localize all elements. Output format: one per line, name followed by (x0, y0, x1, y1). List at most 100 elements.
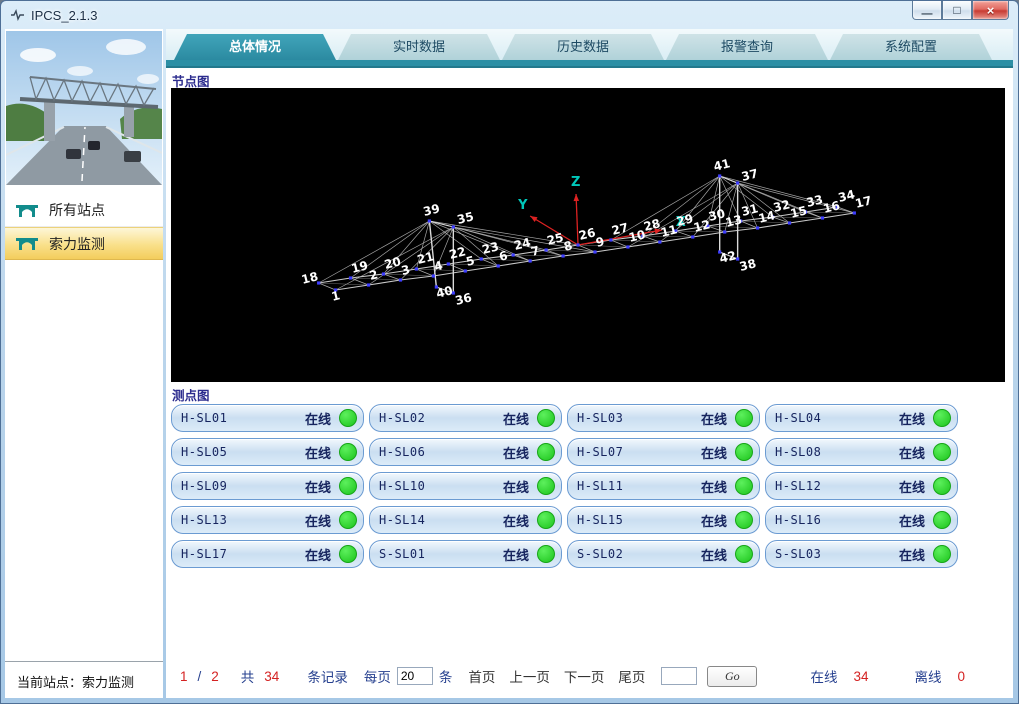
sidebar-item-label: 索力监测 (49, 234, 105, 254)
station-card[interactable]: H-SL02在线 (369, 404, 562, 432)
title-bar[interactable]: IPCS_2.1.3 (1, 1, 1018, 29)
station-card[interactable]: H-SL13在线 (171, 506, 364, 534)
axis-z-label: Z (571, 175, 580, 190)
online-indicator-icon (735, 409, 753, 427)
station-status: 在线 (899, 511, 925, 530)
tabs-bar: 总体情况实时数据历史数据报警查询系统配置 (174, 34, 992, 60)
station-status: 在线 (899, 477, 925, 496)
station-name: H-SL09 (181, 479, 227, 493)
station-card[interactable]: H-SL08在线 (765, 438, 958, 466)
station-card[interactable]: H-SL17 在线 (171, 540, 364, 568)
sidebar-item-1[interactable]: 所有站点 (5, 194, 163, 227)
station-name: H-SL08 (775, 445, 821, 459)
station-card[interactable]: S-SL01在线 (369, 540, 562, 568)
bridge-node-label: 20 (383, 254, 403, 272)
station-card[interactable]: H-SL14在线 (369, 506, 562, 534)
station-card[interactable]: H-SL05在线 (171, 438, 364, 466)
online-indicator-icon (933, 409, 951, 427)
tab-4[interactable]: 报警查询 (666, 34, 828, 60)
bridge-node-label: 41 (712, 156, 732, 174)
bridge-node-label: 26 (577, 225, 597, 243)
bridge-node-label: 31 (740, 201, 760, 219)
tab-2[interactable]: 实时数据 (338, 34, 500, 60)
station-name: H-SL04 (775, 411, 821, 425)
station-status: 在线 (899, 545, 925, 564)
station-card[interactable]: H-SL06 在线 (369, 438, 562, 466)
station-card[interactable]: H-SL10在线 (369, 472, 562, 500)
minimize-button[interactable]: — (912, 1, 942, 20)
bridge-node-label: 37 (740, 166, 760, 184)
bridge-node-label: 11 (659, 222, 679, 240)
bridge-node-label: 33 (805, 192, 825, 210)
station-card[interactable]: H-SL04在线 (765, 404, 958, 432)
station-name: H-SL01 (181, 411, 227, 425)
sidebar-item-2[interactable]: 索力监测 (5, 227, 163, 260)
close-button[interactable]: × (972, 1, 1009, 20)
bridge-wireframe: ZYX1234567891011121314151617181920212223… (171, 88, 1005, 382)
goto-page-input[interactable] (661, 667, 697, 685)
online-indicator-icon (933, 511, 951, 529)
online-indicator-icon (339, 409, 357, 427)
bridge-node-label: 21 (416, 249, 436, 267)
first-page-link[interactable]: 首页 (468, 666, 495, 686)
prev-page-link[interactable]: 上一页 (509, 666, 550, 686)
station-name: H-SL13 (181, 513, 227, 527)
tab-5[interactable]: 系统配置 (830, 34, 992, 60)
total-records: 34 (264, 669, 279, 684)
station-name: H-SL07 (577, 445, 623, 459)
last-page-link[interactable]: 尾页 (618, 666, 645, 686)
station-status: 在线 (701, 511, 727, 530)
per-page-input[interactable] (397, 667, 433, 685)
station-name: H-SL03 (577, 411, 623, 425)
station-card[interactable]: H-SL03在线 (567, 404, 760, 432)
station-status: 在线 (701, 545, 727, 564)
online-indicator-icon (933, 443, 951, 461)
station-name: H-SL11 (577, 479, 623, 493)
stations-grid: H-SL01在线H-SL02在线H-SL03在线H-SL04在线H-SL05在线… (171, 404, 1013, 568)
tab-underline-strip (166, 60, 1013, 68)
bridge-node-label: 27 (610, 220, 630, 238)
tab-3[interactable]: 历史数据 (502, 34, 664, 60)
station-name: H-SL02 (379, 411, 425, 425)
bridge-node-label: 18 (300, 269, 320, 287)
station-card[interactable]: H-SL16在线 (765, 506, 958, 534)
pagination-bar: 1 / 2 共 34 条记录 每页 条 首页 上一页 下一页 尾页 Go 在线 … (180, 664, 1005, 688)
station-status: 在线 (305, 545, 331, 564)
node-diagram-canvas[interactable]: ZYX1234567891011121314151617181920212223… (171, 88, 1005, 382)
station-name: H-SL15 (577, 513, 623, 527)
online-label: 在线 (810, 666, 837, 686)
station-name: H-SL05 (181, 445, 227, 459)
bridge-node-label: 22 (448, 244, 468, 262)
maximize-button[interactable]: □ (942, 1, 972, 20)
station-name: H-SL06 (379, 445, 425, 459)
window-title: IPCS_2.1.3 (31, 8, 98, 23)
station-card[interactable]: H-SL11 在线 (567, 472, 760, 500)
next-page-link[interactable]: 下一页 (564, 666, 605, 686)
station-status: 在线 (701, 477, 727, 496)
go-button[interactable]: Go (707, 666, 757, 687)
sidebar-item-label: 所有站点 (49, 200, 105, 220)
station-card[interactable]: H-SL01在线 (171, 404, 364, 432)
bridge-node-label: 1 (330, 288, 341, 304)
station-status: 在线 (701, 443, 727, 462)
online-indicator-icon (537, 443, 555, 461)
station-card[interactable]: S-SL03 在线 (765, 540, 958, 568)
online-indicator-icon (933, 477, 951, 495)
station-card[interactable]: H-SL07 在线 (567, 438, 760, 466)
station-status: 在线 (503, 545, 529, 564)
bridge-node-label: 32 (772, 197, 792, 215)
station-name: H-SL17 (181, 547, 227, 561)
station-card[interactable]: H-SL09在线 (171, 472, 364, 500)
station-card[interactable]: S-SL02在线 (567, 540, 760, 568)
online-indicator-icon (735, 477, 753, 495)
main-panel: 总体情况实时数据历史数据报警查询系统配置 节点图 ZYX123456789101… (166, 29, 1013, 698)
records-suffix: 条记录 (307, 666, 348, 686)
station-name: S-SL03 (775, 547, 821, 561)
station-card[interactable]: H-SL12在线 (765, 472, 958, 500)
station-name: H-SL10 (379, 479, 425, 493)
bridge-icon (15, 203, 39, 218)
tab-1[interactable]: 总体情况 (174, 34, 336, 60)
sidebar-menu: 所有站点索力监测 (5, 194, 163, 260)
station-status: 在线 (503, 443, 529, 462)
station-card[interactable]: H-SL15 在线 (567, 506, 760, 534)
